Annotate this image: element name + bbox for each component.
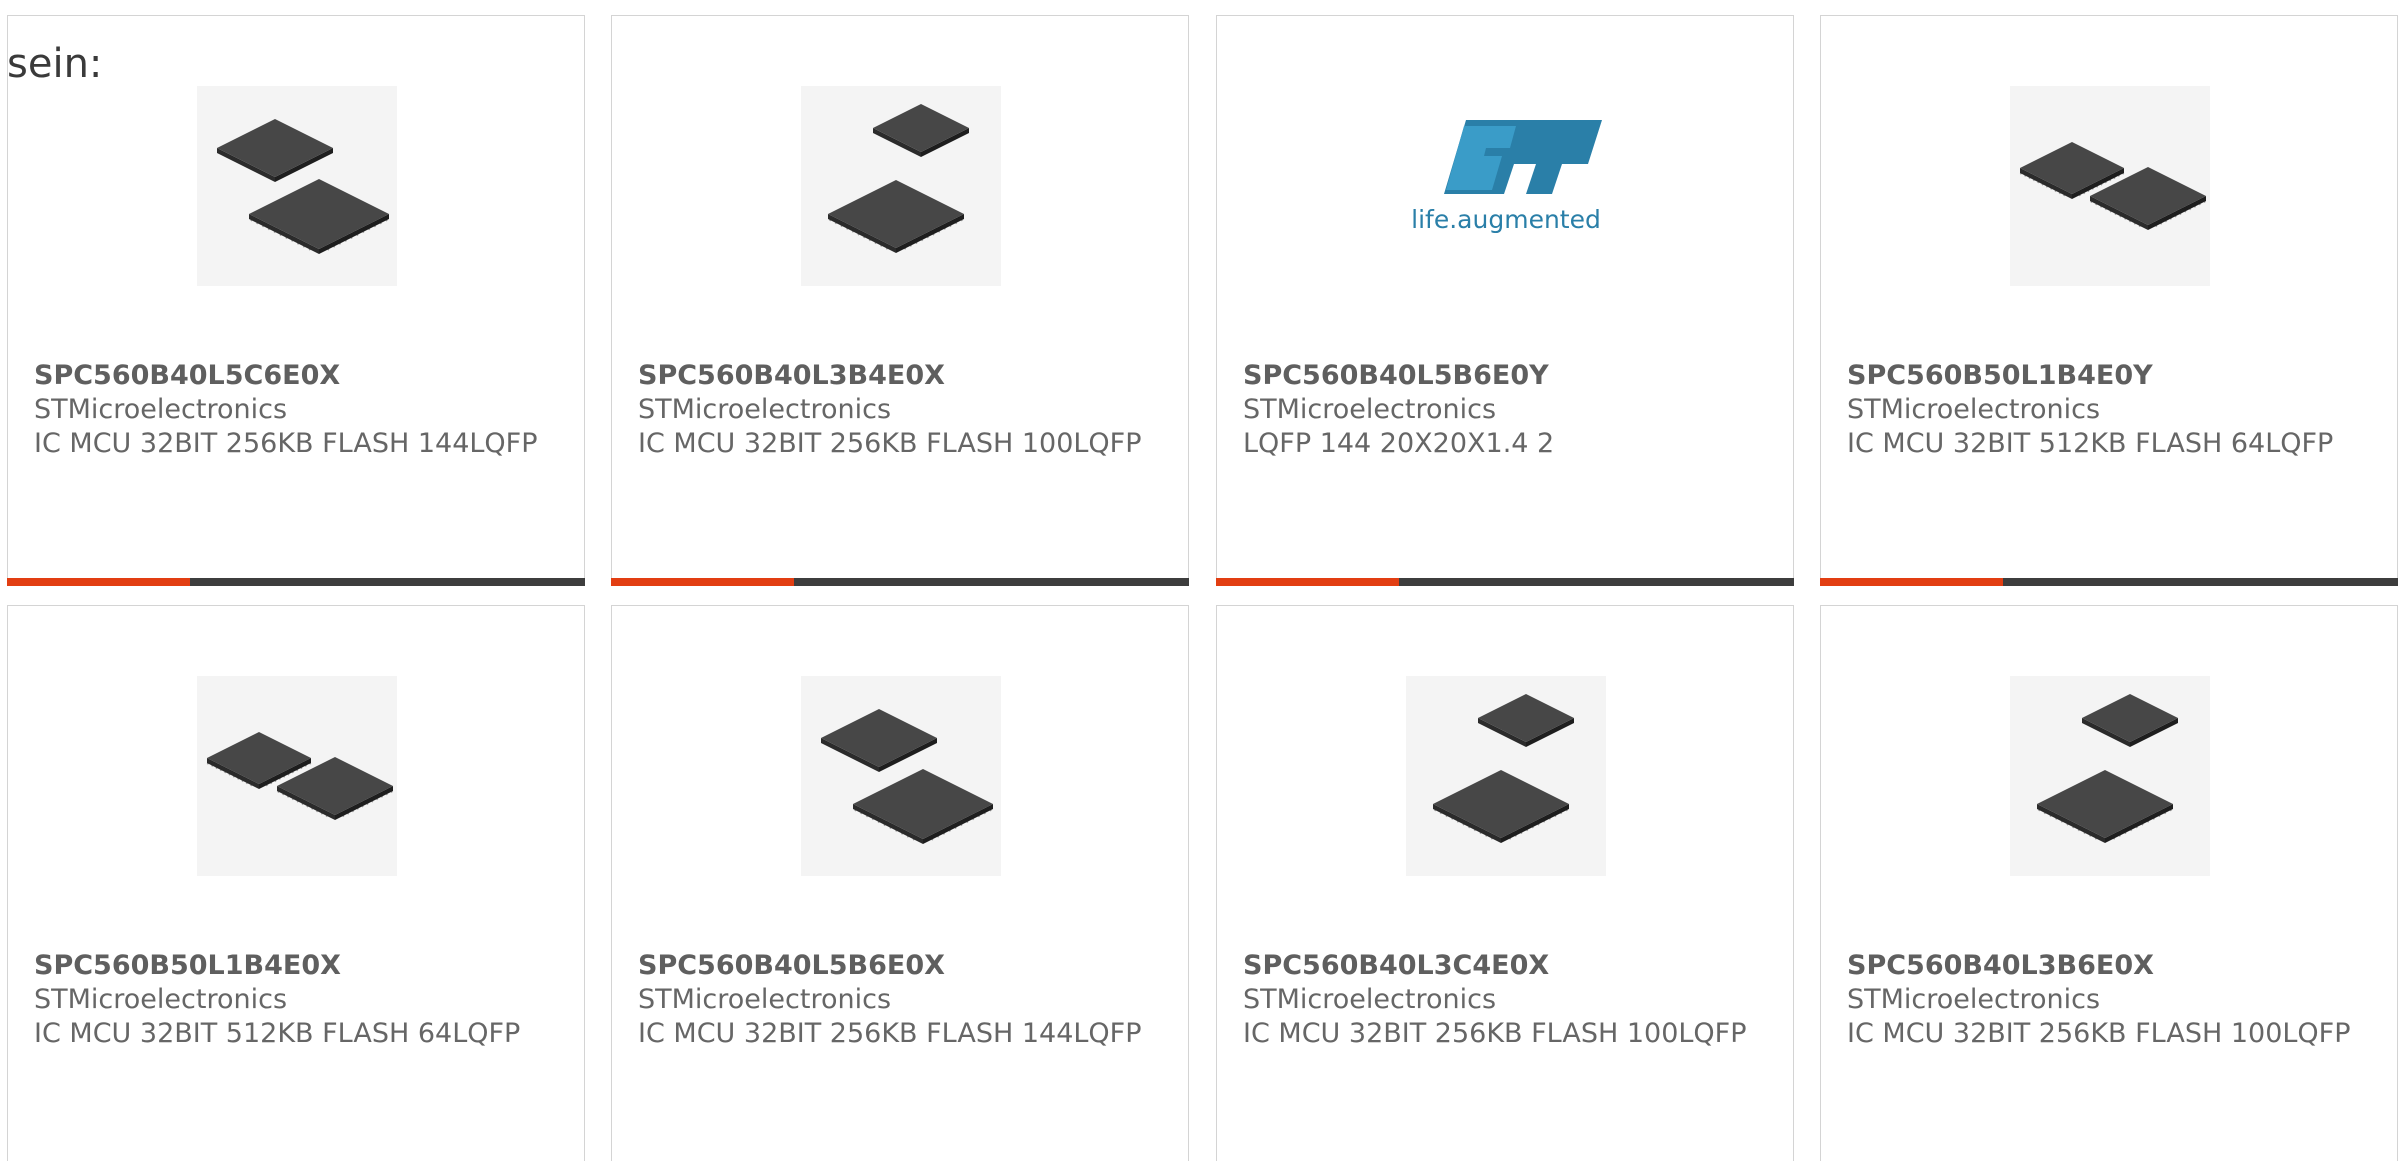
- chip-pair-side-icon: [197, 676, 397, 876]
- card-bar: [1216, 578, 1794, 586]
- description: IC MCU 32BIT 256KB FLASH 144LQFP: [34, 428, 538, 459]
- manufacturer: STMicroelectronics: [1243, 984, 1497, 1015]
- product-grid-page: sein: SPC560B40L5C6E0X STMicroelectronic…: [0, 0, 2400, 1161]
- description: LQFP 144 20X20X1.4 2: [1243, 428, 1555, 459]
- product-card[interactable]: SPC560B40L5B6E0X STMicroelectronics IC M…: [611, 605, 1189, 1161]
- chip-pair-large-icon: [197, 86, 397, 286]
- chip-pair-side-icon: [2010, 86, 2210, 286]
- card-bar: [611, 578, 1189, 586]
- product-card[interactable]: SPC560B40L3C4E0X STMicroelectronics IC M…: [1216, 605, 1794, 1161]
- chip-pair-small-icon: [1406, 676, 1606, 876]
- manufacturer: STMicroelectronics: [1847, 394, 2101, 425]
- part-number[interactable]: SPC560B40L3B6E0X: [1847, 949, 2387, 983]
- part-number[interactable]: SPC560B40L5B6E0X: [638, 949, 1178, 983]
- part-number[interactable]: SPC560B50L1B4E0X: [34, 949, 574, 983]
- description: IC MCU 32BIT 512KB FLASH 64LQFP: [34, 1018, 521, 1049]
- chip-pair-large-icon: [801, 676, 1001, 876]
- description: IC MCU 32BIT 256KB FLASH 144LQFP: [638, 1018, 1142, 1049]
- chip-pair-small-icon: [801, 86, 1001, 286]
- manufacturer: STMicroelectronics: [1243, 394, 1497, 425]
- manufacturer: STMicroelectronics: [638, 394, 892, 425]
- card-bar-accent: [1820, 578, 2003, 586]
- part-number[interactable]: SPC560B40L3C4E0X: [1243, 949, 1783, 983]
- description: IC MCU 32BIT 512KB FLASH 64LQFP: [1847, 428, 2334, 459]
- product-card[interactable]: SPC560B50L1B4E0Y STMicroelectronics IC M…: [1820, 15, 2398, 586]
- description: IC MCU 32BIT 256KB FLASH 100LQFP: [1847, 1018, 2351, 1049]
- product-card[interactable]: SPC560B50L1B4E0X STMicroelectronics IC M…: [7, 605, 585, 1161]
- manufacturer: STMicroelectronics: [34, 984, 288, 1015]
- card-bar: [1820, 578, 2398, 586]
- card-bar-accent: [1216, 578, 1399, 586]
- card-bar: [7, 578, 585, 586]
- manufacturer: STMicroelectronics: [638, 984, 892, 1015]
- manufacturer: STMicroelectronics: [34, 394, 288, 425]
- product-card[interactable]: life.augmented SPC560B40L5B6E0Y STMicroe…: [1216, 15, 1794, 586]
- chip-pair-small-icon: [2010, 676, 2210, 876]
- card-bar-accent: [7, 578, 190, 586]
- product-card[interactable]: SPC560B40L3B6E0X STMicroelectronics IC M…: [1820, 605, 2398, 1161]
- part-number[interactable]: SPC560B40L5C6E0X: [34, 359, 574, 393]
- product-card[interactable]: SPC560B40L5C6E0X STMicroelectronics IC M…: [7, 15, 585, 586]
- description: IC MCU 32BIT 256KB FLASH 100LQFP: [638, 428, 1142, 459]
- part-number[interactable]: SPC560B40L5B6E0Y: [1243, 359, 1783, 393]
- product-card[interactable]: SPC560B40L3B4E0X STMicroelectronics IC M…: [611, 15, 1189, 586]
- intro-text: sein:: [7, 41, 103, 87]
- description: IC MCU 32BIT 256KB FLASH 100LQFP: [1243, 1018, 1747, 1049]
- card-bar-accent: [611, 578, 794, 586]
- st-logo: life.augmented: [1406, 86, 1606, 286]
- manufacturer: STMicroelectronics: [1847, 984, 2101, 1015]
- svg-text:life.augmented: life.augmented: [1411, 205, 1601, 234]
- part-number[interactable]: SPC560B50L1B4E0Y: [1847, 359, 2387, 393]
- part-number[interactable]: SPC560B40L3B4E0X: [638, 359, 1178, 393]
